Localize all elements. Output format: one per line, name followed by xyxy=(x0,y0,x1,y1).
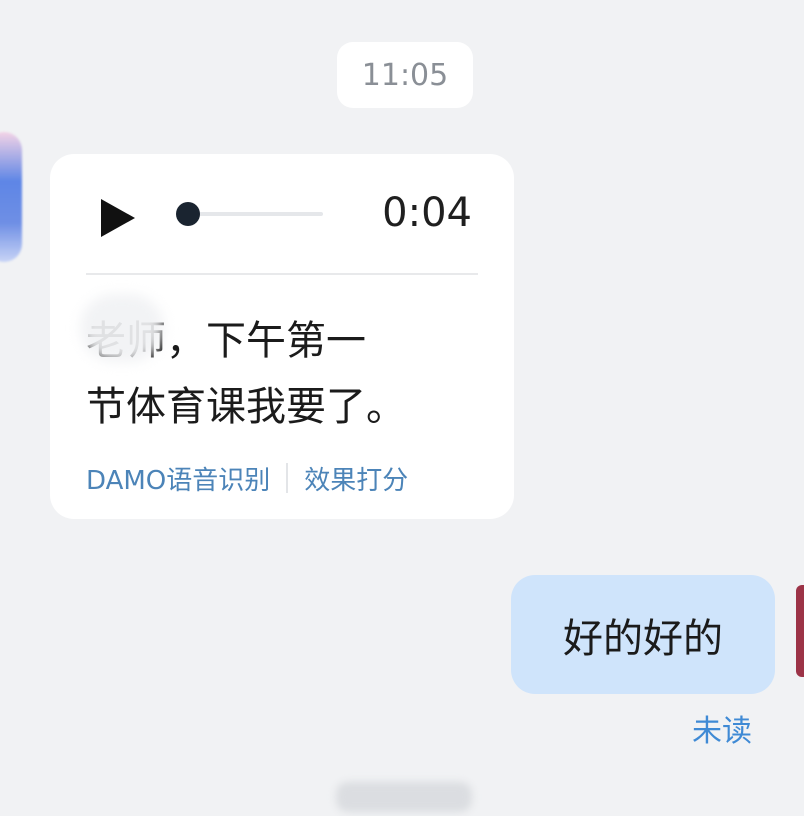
message-timestamp: 11:05 xyxy=(337,42,473,108)
card-divider xyxy=(86,273,478,275)
play-button[interactable] xyxy=(98,198,138,238)
play-icon xyxy=(101,199,135,237)
speech-recognition-link[interactable]: DAMO语音识别 xyxy=(86,460,270,497)
audio-progress-track[interactable] xyxy=(176,202,323,226)
transcript-footer: DAMO语音识别 效果打分 xyxy=(86,460,408,496)
transcript-line-2: 节体育课我要了。 xyxy=(86,384,406,430)
own-avatar[interactable] xyxy=(796,585,804,677)
watermark xyxy=(336,782,472,812)
voice-message-card[interactable]: 0:04 老师，下午第一 节体育课我要了。 DAMO语音识别 效果打分 xyxy=(50,154,514,519)
footer-divider xyxy=(286,463,289,493)
outgoing-message-bubble[interactable]: 好的好的 xyxy=(511,575,775,694)
audio-progress-knob[interactable] xyxy=(176,202,200,226)
outgoing-message-text: 好的好的 xyxy=(563,615,723,662)
timestamp-text: 11:05 xyxy=(361,57,449,93)
audio-duration: 0:04 xyxy=(382,190,472,236)
blurred-name xyxy=(80,294,164,362)
rate-result-link[interactable]: 效果打分 xyxy=(304,460,408,497)
read-status: 未读 xyxy=(692,714,752,749)
sender-avatar[interactable] xyxy=(0,132,22,262)
